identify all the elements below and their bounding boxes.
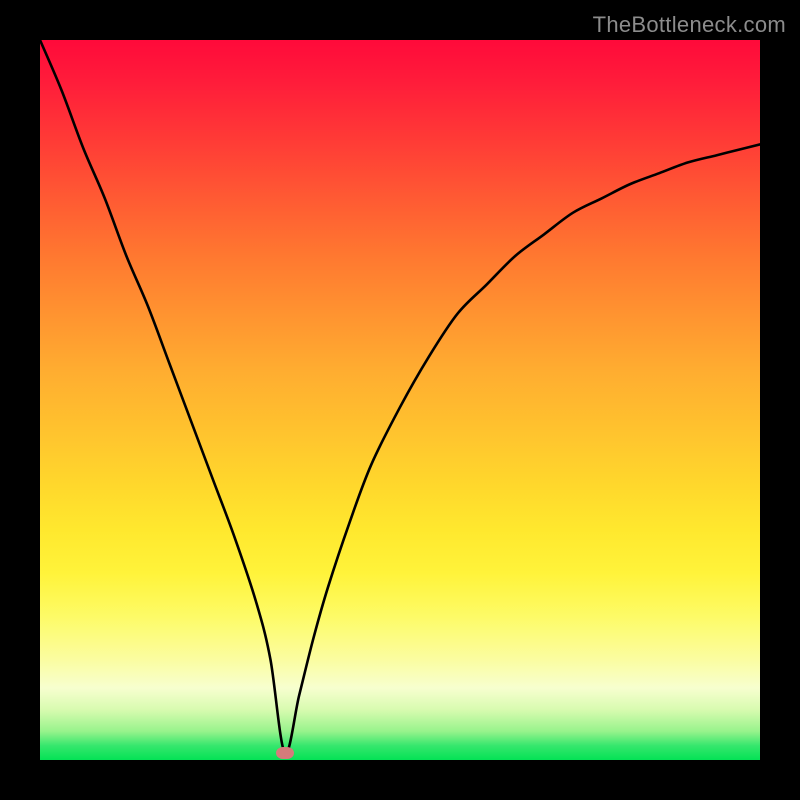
chart-frame: TheBottleneck.com [0,0,800,800]
plot-area [40,40,760,760]
gradient-background [40,40,760,760]
optimum-marker [276,747,294,759]
watermark-text: TheBottleneck.com [593,12,786,38]
